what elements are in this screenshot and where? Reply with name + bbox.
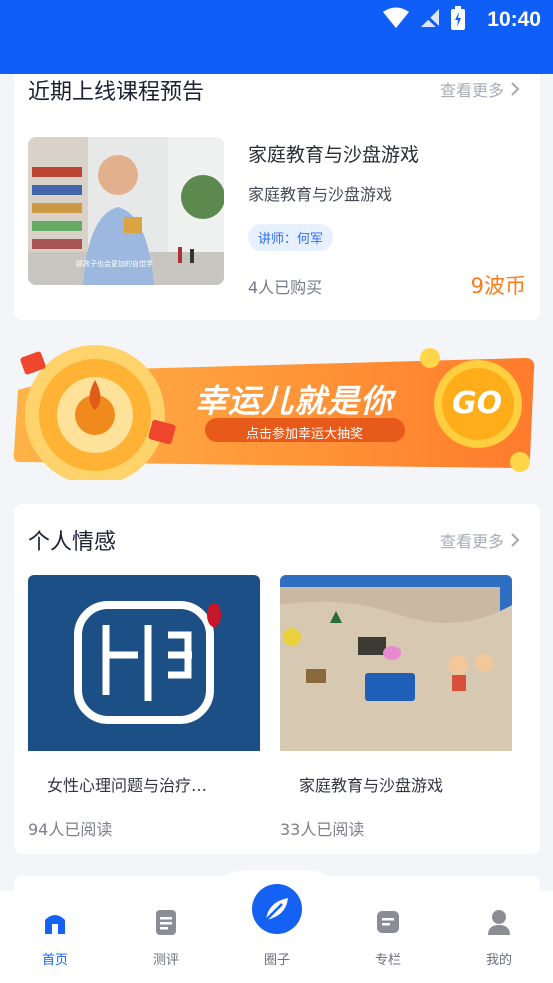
view-more-link[interactable]: 查看更多 [440,77,520,101]
course-title[interactable]: 家庭教育与沙盘游戏 [248,140,419,167]
article-thumbnail [28,575,260,751]
home-icon [45,915,65,934]
course-price: 9波币 [470,274,526,298]
tab-home[interactable]: 首页 [0,891,110,983]
clock: 10:40 [487,8,541,31]
logo-artwork [28,575,260,751]
battery-icon [451,6,465,30]
lucky-draw-banner[interactable]: 幸运儿就是你 点击参加幸运大抽奖 GO [10,340,540,485]
article-title: 女性心理问题与治疗… [47,776,208,795]
view-more-label: 查看更多 [439,532,504,551]
tab-label: 专栏 [374,953,401,968]
no-signal-icon [419,8,441,29]
tab-label: 圈子 [263,953,290,968]
status-bar: 10:40 [0,0,553,74]
banner-headline: 幸运儿就是你 [195,382,394,420]
purchase-count: 4人已购买 [248,278,323,297]
tab-label: 测评 [152,953,179,968]
status-icons [383,6,465,30]
tab-profile[interactable]: 我的 [444,891,553,983]
column-icon [377,911,399,933]
tab-label: 首页 [41,953,68,968]
view-more-link[interactable]: 查看更多 [440,528,520,552]
personal-emotion-card: 个人情感 查看更多 女性心理问题与治疗… 94人已阅读 家庭教育与沙盘游戏 33… [14,504,540,854]
article-thumbnail [280,575,512,751]
user-icon [488,910,510,935]
read-count: 94人已阅读 [28,820,113,839]
go-button[interactable]: GO [452,386,502,421]
sandplay-photo [280,575,512,751]
course-subtitle: 家庭教育与沙盘游戏 [248,185,393,204]
teacher-badge: 讲师：何军 [248,224,334,251]
article-card[interactable]: 家庭教育与沙盘游戏 33人已阅读 [280,575,512,839]
wifi-icon [383,7,409,28]
tab-column[interactable]: 专栏 [333,891,443,983]
upcoming-courses-card: 近期上线课程预告 查看更多 那孩子也会更加的自觉学 家庭教育与沙盘游戏 家庭教育… [14,74,540,320]
article-card[interactable]: 女性心理问题与治疗… 94人已阅读 [28,575,260,839]
section-title: 个人情感 [28,530,117,555]
document-icon [156,910,176,935]
read-count: 33人已阅读 [280,820,365,839]
section-title: 近期上线课程预告 [28,80,205,105]
tab-label: 我的 [485,953,512,968]
tab-evaluation[interactable]: 测评 [111,891,221,983]
thumbnail-caption: 那孩子也会更加的自觉学 [76,260,153,268]
banner-subline: 点击参加幸运大抽奖 [246,427,364,442]
article-title: 家庭教育与沙盘游戏 [299,776,444,795]
course-thumbnail[interactable]: 那孩子也会更加的自觉学 [28,137,224,285]
chevron-right-icon [511,533,520,547]
view-more-label: 查看更多 [439,81,504,100]
circle-center-button[interactable] [252,884,302,934]
circle-feather-icon [265,898,288,921]
chevron-right-icon [511,82,520,96]
